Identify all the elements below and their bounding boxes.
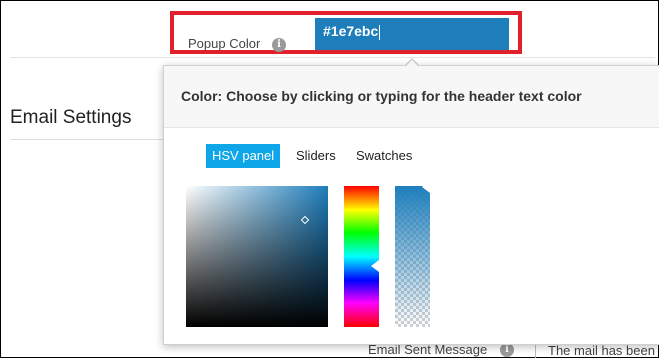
- alpha-handle[interactable]: [422, 181, 430, 193]
- tab-sliders[interactable]: Sliders: [296, 144, 336, 168]
- hue-handle[interactable]: [371, 260, 379, 272]
- email-sent-message-input[interactable]: The mail has been: [548, 343, 656, 358]
- sv-handle[interactable]: [300, 215, 310, 225]
- info-icon[interactable]: i: [272, 38, 286, 52]
- divider: [10, 57, 655, 58]
- section-title: Email Settings: [10, 107, 132, 128]
- alpha-slider[interactable]: [395, 181, 430, 327]
- popup-color-input[interactable]: #1e7ebc: [315, 18, 509, 50]
- color-picker-popup: Color: Choose by clicking or typing for …: [163, 65, 659, 345]
- saturation-value-panel[interactable]: [186, 186, 328, 327]
- info-icon[interactable]: i: [500, 343, 514, 357]
- hue-slider[interactable]: [344, 186, 379, 327]
- picker-arrow-inner: [405, 60, 419, 67]
- popup-color-label: Popup Color: [188, 36, 261, 51]
- popup-color-value: #1e7ebc: [323, 23, 379, 39]
- text-caret: [379, 24, 381, 40]
- tab-hsv-panel[interactable]: HSV panel: [206, 144, 281, 168]
- picker-header: Color: Choose by clicking or typing for …: [164, 66, 659, 128]
- section-divider: [10, 139, 165, 140]
- tab-swatches[interactable]: Swatches: [356, 144, 412, 168]
- picker-title: Color: Choose by clicking or typing for …: [181, 88, 582, 104]
